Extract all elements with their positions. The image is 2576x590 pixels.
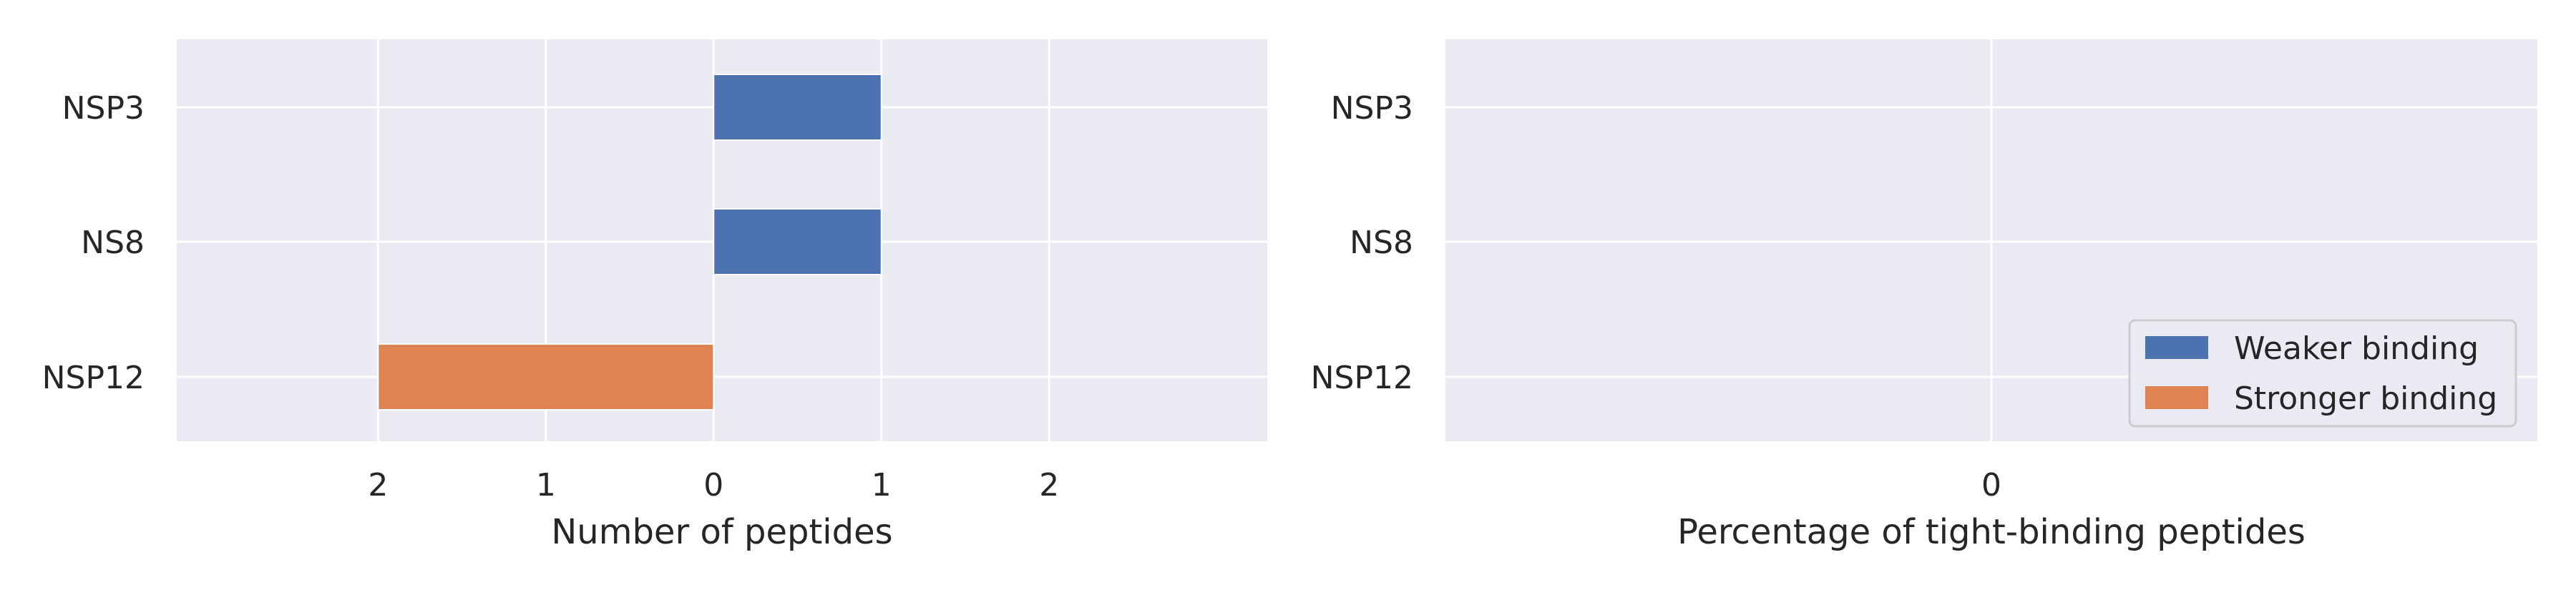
right-y-tick-label: NS8 <box>1350 225 1413 261</box>
bar-nsp3-weaker <box>713 74 882 141</box>
left-x-tick-label: 2 <box>1039 467 1059 503</box>
legend: Weaker binding Stronger binding <box>2128 319 2517 428</box>
left-x-tick-label: 1 <box>536 467 556 503</box>
right-y-tick-label: NSP12 <box>1311 360 1413 396</box>
left-x-tick-label: 1 <box>872 467 892 503</box>
left-y-tick-label: NSP3 <box>62 90 145 127</box>
legend-swatch-stronger <box>2145 386 2208 409</box>
right-y-tick-labels: NSP3 NS8 NSP12 <box>1311 90 1413 396</box>
legend-label-stronger: Stronger binding <box>2234 380 2497 417</box>
left-y-tick-label: NS8 <box>81 225 145 261</box>
bar-nsp12-stronger <box>377 343 715 410</box>
right-x-axis-label: Percentage of tight-binding peptides <box>1677 512 2306 552</box>
legend-swatch-weaker <box>2145 336 2208 359</box>
left-x-tick-label: 2 <box>368 467 388 503</box>
left-x-axis-label: Number of peptides <box>551 512 892 552</box>
left-x-tick-labels: 2 1 0 1 2 <box>368 467 1059 503</box>
figure: NSP3 NS8 NSP12 2 1 0 1 2 Number of peptides NS… <box>42 39 2537 552</box>
right-chart: NSP3 NS8 NSP12 0 Percentage of tight-bindi… <box>1311 39 2537 552</box>
left-chart: NSP3 NS8 NSP12 2 1 0 1 2 Number of peptides <box>42 39 1267 552</box>
bar-ns8-weaker <box>713 208 882 275</box>
left-y-tick-labels: NSP3 NS8 NSP12 <box>42 90 145 396</box>
right-x-tick-label: 0 <box>1981 467 2001 503</box>
left-y-tick-label: NSP12 <box>42 360 145 396</box>
right-x-tick-labels: 0 <box>1981 467 2001 503</box>
right-y-tick-label: NSP3 <box>1331 90 1413 127</box>
legend-label-weaker: Weaker binding <box>2234 330 2479 367</box>
left-x-tick-label: 0 <box>703 467 723 503</box>
